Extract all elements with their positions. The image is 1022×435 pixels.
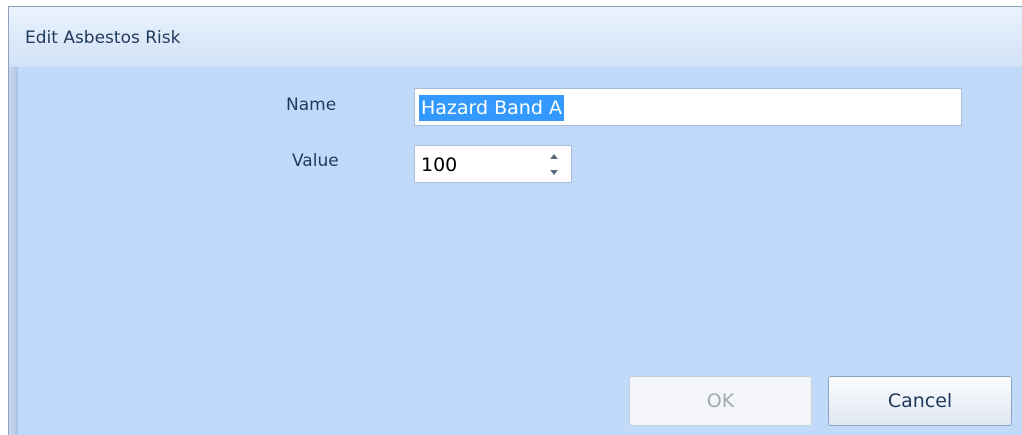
- cancel-button-label: Cancel: [887, 390, 953, 412]
- spin-down-button[interactable]: [539, 164, 569, 180]
- chevron-down-icon: [550, 169, 558, 175]
- dialog-content: Name Hazard Band A Value 100 OK Cancel: [18, 67, 1022, 435]
- title-bar: Edit Asbestos Risk: [9, 7, 1022, 67]
- spin-buttons: [539, 148, 569, 180]
- name-input-selected-text: Hazard Band A: [419, 95, 564, 121]
- ok-button-label: OK: [706, 390, 735, 412]
- chevron-up-icon: [550, 153, 558, 159]
- value-spin-editor[interactable]: 100: [414, 145, 572, 183]
- edit-asbestos-risk-dialog: Edit Asbestos Risk Name Hazard Band A Va…: [8, 6, 1022, 435]
- left-edge-bar: [9, 67, 18, 435]
- ok-button[interactable]: OK: [629, 376, 812, 426]
- value-spin-text[interactable]: 100: [421, 152, 457, 178]
- dialog-title: Edit Asbestos Risk: [25, 28, 181, 48]
- spin-up-button[interactable]: [539, 148, 569, 164]
- value-label: Value: [292, 151, 339, 171]
- name-input[interactable]: Hazard Band A: [414, 88, 962, 126]
- cancel-button[interactable]: Cancel: [828, 376, 1012, 426]
- name-label: Name: [286, 95, 337, 115]
